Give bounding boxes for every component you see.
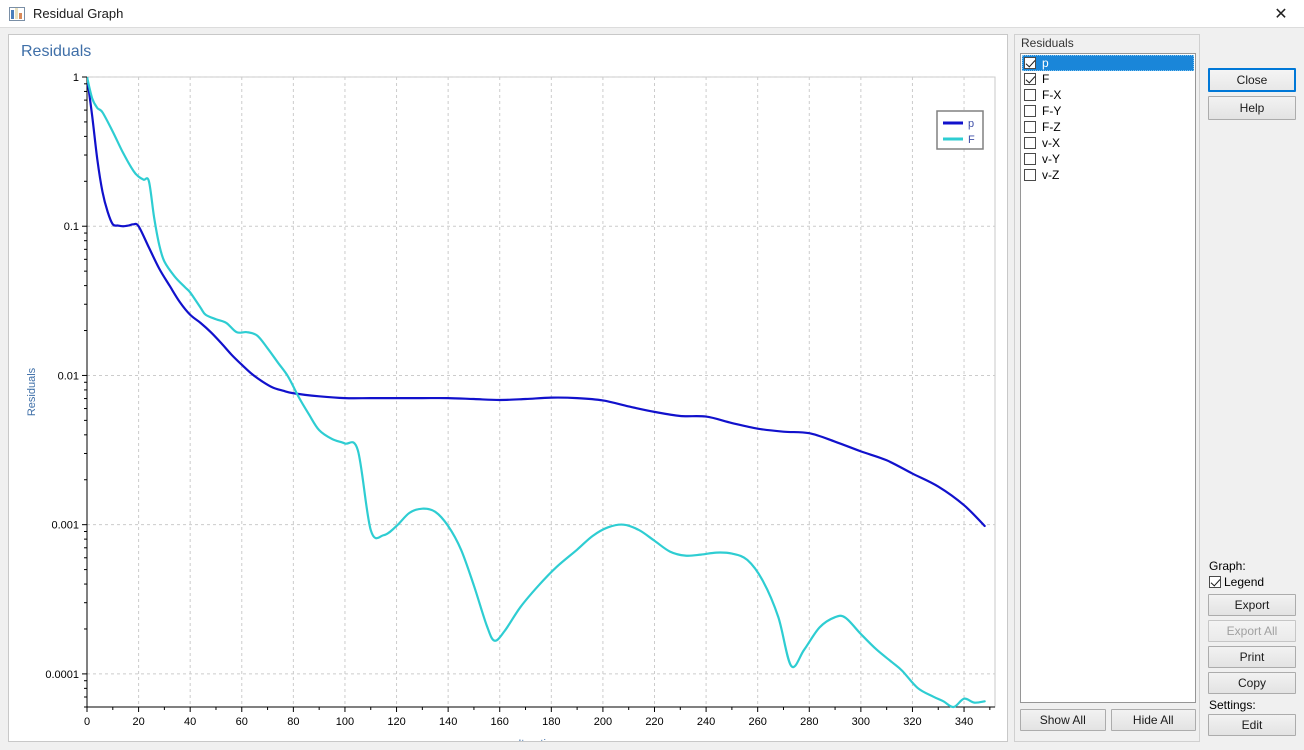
residual-chart[interactable]: 1 0.1 0.01 0.001 0.0001 0 20 40 60 80 100 120 140 160… [9, 35, 1007, 741]
legend-checkbox-box[interactable] [1209, 576, 1221, 588]
legend-checkbox-label: Legend [1224, 575, 1264, 589]
y-axis-label: Residuals [26, 367, 38, 416]
residual-checkbox[interactable] [1024, 169, 1036, 181]
export-button[interactable]: Export [1208, 594, 1296, 616]
x-tick-label: 140 [439, 716, 457, 728]
graph-section-label: Graph: [1209, 559, 1246, 573]
list-item-label: v-Z [1042, 168, 1059, 182]
list-item[interactable]: F [1022, 71, 1194, 87]
y-tick-label: 0.0001 [45, 669, 79, 681]
x-axis-label: Iterations [518, 738, 564, 741]
legend-checkbox[interactable]: Legend [1209, 575, 1264, 589]
residual-checkbox[interactable] [1024, 153, 1036, 165]
y-tick-label: 0.1 [64, 221, 79, 233]
residual-checkbox[interactable] [1024, 121, 1036, 133]
x-tick-label: 240 [697, 716, 715, 728]
residuals-group: Residuals pF F-X F-Y F-Z v-X v-Y v-Z Show All … [1014, 34, 1200, 742]
export-all-button: Export All [1208, 620, 1296, 642]
print-button[interactable]: Print [1208, 646, 1296, 668]
list-item[interactable]: v-X [1022, 135, 1194, 151]
y-tick-label: 0.001 [51, 520, 79, 532]
window-title: Residual Graph [33, 6, 123, 21]
close-button[interactable]: Close [1208, 68, 1296, 92]
list-item-label: F [1042, 72, 1049, 86]
x-tick-label: 120 [387, 716, 405, 728]
list-item-label: v-X [1042, 136, 1060, 150]
residual-checkbox[interactable] [1024, 57, 1036, 69]
residual-checkbox[interactable] [1024, 105, 1036, 117]
x-tick-label: 200 [594, 716, 612, 728]
list-item[interactable]: F-Z [1022, 119, 1194, 135]
x-tick-label: 100 [336, 716, 354, 728]
x-tick-label: 40 [184, 716, 196, 728]
list-item[interactable]: F-X [1022, 87, 1194, 103]
x-tick-label: 0 [84, 716, 90, 728]
settings-section-label: Settings: [1209, 698, 1256, 712]
chart-icon [9, 7, 25, 21]
x-tick-label: 320 [903, 716, 921, 728]
dialog-body: Residuals 1 0.1 0.01 0.001 0.0001 0 20 40 60 80 10… [0, 28, 1304, 750]
x-tick-label: 180 [542, 716, 560, 728]
residuals-listbox[interactable]: pF F-X F-Y F-Z v-X v-Y v-Z [1020, 53, 1196, 703]
list-item[interactable]: v-Z [1022, 167, 1194, 183]
help-button[interactable]: Help [1208, 96, 1296, 120]
list-item-label: v-Y [1042, 152, 1060, 166]
residual-checkbox[interactable] [1024, 89, 1036, 101]
show-hide-row: Show All Hide All [1020, 709, 1196, 731]
x-tick-label: 300 [852, 716, 870, 728]
x-tick-label: 340 [955, 716, 973, 728]
show-all-button[interactable]: Show All [1020, 709, 1106, 731]
legend-label: F [968, 134, 975, 146]
list-item[interactable]: p [1022, 55, 1194, 71]
list-item-label: F-Z [1042, 120, 1061, 134]
list-item-label: F-X [1042, 88, 1061, 102]
list-item[interactable]: F-Y [1022, 103, 1194, 119]
graph-panel[interactable]: Residuals 1 0.1 0.01 0.001 0.0001 0 20 40 60 80 10… [8, 34, 1008, 742]
legend-label: p [968, 118, 974, 130]
list-item-label: F-Y [1042, 104, 1061, 118]
action-column: Close Help Graph: Legend Export Export A… [1208, 34, 1298, 742]
hide-all-button[interactable]: Hide All [1111, 709, 1197, 731]
x-tick-label: 20 [132, 716, 144, 728]
list-item-label: p [1042, 56, 1049, 70]
x-tick-label: 280 [800, 716, 818, 728]
x-tick-label: 260 [749, 716, 767, 728]
x-tick-label: 160 [491, 716, 509, 728]
x-tick-label: 80 [287, 716, 299, 728]
y-tick-label: 0.01 [58, 370, 79, 382]
copy-button[interactable]: Copy [1208, 672, 1296, 694]
residuals-group-label: Residuals [1019, 36, 1076, 50]
chart-legend: pF [937, 111, 983, 149]
edit-button[interactable]: Edit [1208, 714, 1296, 736]
y-tick-label: 1 [73, 72, 79, 84]
list-item[interactable]: v-Y [1022, 151, 1194, 167]
x-tick-label: 60 [236, 716, 248, 728]
x-tick-label: 220 [645, 716, 663, 728]
close-icon[interactable]: ✕ [1258, 0, 1304, 28]
window-titlebar: Residual Graph ✕ [0, 0, 1304, 28]
residual-checkbox[interactable] [1024, 137, 1036, 149]
residual-checkbox[interactable] [1024, 73, 1036, 85]
